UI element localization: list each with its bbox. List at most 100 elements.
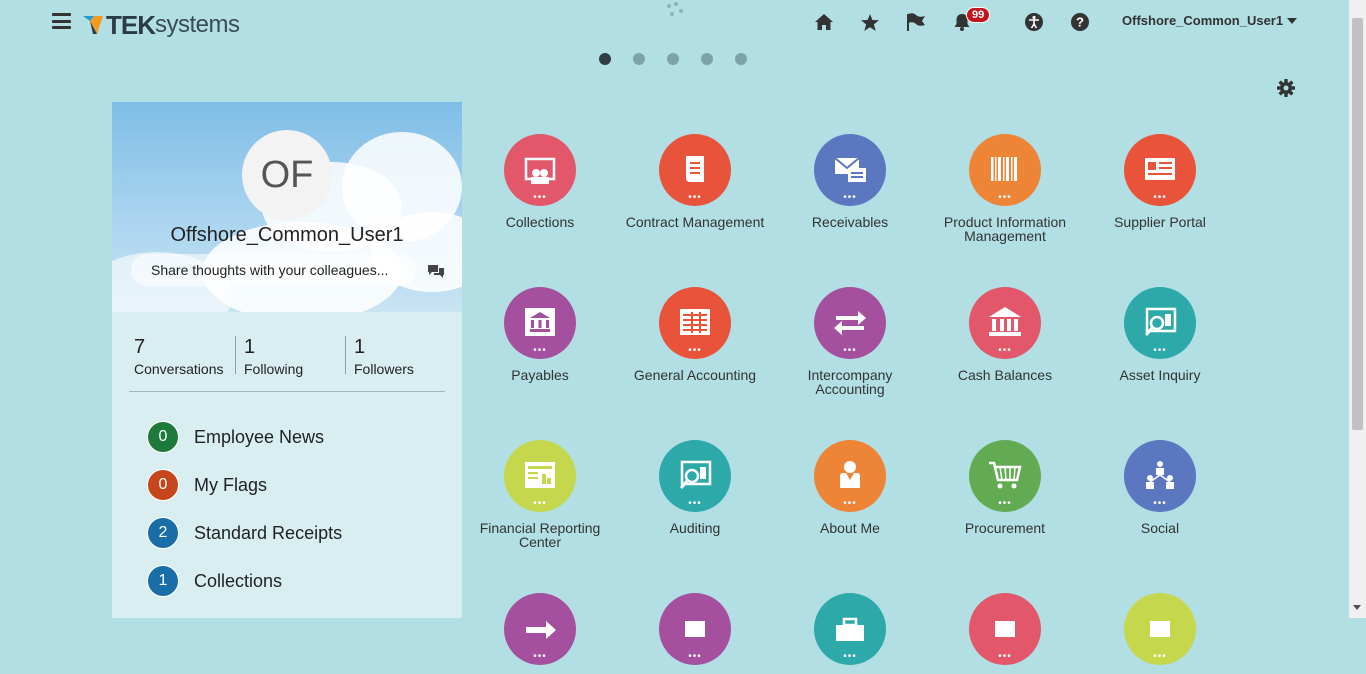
watchlist-label: Employee News xyxy=(194,426,325,447)
app-tile[interactable]: ••• xyxy=(775,593,925,674)
social-stats: 7 Conversations 1 Following 1 Followers xyxy=(134,336,444,377)
flags-icon[interactable] xyxy=(905,11,927,33)
stat-count: 1 xyxy=(244,336,256,358)
notification-count-badge: 99 xyxy=(966,7,991,23)
user-menu-name: Offshore_Common_User1 xyxy=(1122,13,1284,28)
payables-icon xyxy=(525,308,555,336)
home-icon[interactable] xyxy=(813,11,835,33)
app-tile[interactable]: ••• Payables xyxy=(465,287,615,382)
logo-text-bold: TEK xyxy=(106,9,156,40)
more-dots-icon: ••• xyxy=(688,345,702,356)
app-tile[interactable]: ••• Social xyxy=(1085,440,1235,535)
collections-icon xyxy=(524,157,556,184)
app-tile-label: Supplier Portal xyxy=(1114,214,1206,230)
app-tile-label: Financial Reporting Center xyxy=(479,520,601,550)
app-tile[interactable]: ••• Financial Reporting Center xyxy=(465,440,615,549)
app-tile[interactable]: ••• General Accounting xyxy=(620,287,770,382)
app-tile-label: About Me xyxy=(820,520,880,536)
more-dots-icon: ••• xyxy=(1153,651,1167,662)
more-dots-icon: ••• xyxy=(1153,498,1167,509)
scrollbar[interactable] xyxy=(1349,0,1366,618)
app-tile-icon-circle: ••• xyxy=(814,287,886,359)
watchlist-item-standard-receipts[interactable]: 2 Standard Receipts xyxy=(147,517,342,549)
watchlist-item-my-flags[interactable]: 0 My Flags xyxy=(147,469,267,501)
app-tile[interactable]: ••• xyxy=(465,593,615,674)
app-tile[interactable]: ••• Intercompany Accounting xyxy=(775,287,925,396)
logo-text-light: systems xyxy=(155,11,240,38)
app-tile-icon-circle: ••• xyxy=(1124,440,1196,512)
app-tile-icon-circle: ••• xyxy=(659,593,731,665)
app-tile[interactable]: ••• Receivables xyxy=(775,134,925,229)
more-dots-icon: ••• xyxy=(843,192,857,203)
app-tile-icon-circle: ••• xyxy=(969,440,1041,512)
share-thoughts-input[interactable]: Share thoughts with your colleagues... xyxy=(131,254,416,286)
more-dots-icon: ••• xyxy=(688,498,702,509)
stat-conversations[interactable]: 7 Conversations xyxy=(134,336,224,377)
more-dots-icon: ••• xyxy=(1153,345,1167,356)
app-tile-label: Contract Management xyxy=(625,214,765,230)
loading-indicator xyxy=(666,2,686,20)
watchlist-count-badge: 0 xyxy=(147,421,179,453)
watchlist-label: My Flags xyxy=(194,474,268,495)
transfer-arrows-icon xyxy=(834,311,866,335)
more-dots-icon: ••• xyxy=(843,651,857,662)
scrollbar-thumb[interactable] xyxy=(1352,18,1363,430)
more-dots-icon: ••• xyxy=(998,192,1012,203)
settings-gear-icon[interactable] xyxy=(1276,78,1296,98)
scroll-down-arrow-icon[interactable] xyxy=(1353,605,1361,610)
tek-systems-logo[interactable]: TEK systems xyxy=(82,9,240,41)
app-tile-label: Collections xyxy=(505,214,575,230)
app-tile-label: Procurement xyxy=(964,520,1046,536)
app-tile-label: Payables xyxy=(511,367,569,383)
app-tile[interactable]: ••• Collections xyxy=(465,134,615,229)
watchlist-item-employee-news[interactable]: 0 Employee News xyxy=(147,421,324,453)
chevron-down-icon xyxy=(1287,17,1298,24)
app-tile[interactable]: ••• Auditing xyxy=(620,440,770,535)
pager-dot[interactable] xyxy=(633,53,645,65)
navigator-menu-button[interactable] xyxy=(52,13,71,29)
favorites-star-icon[interactable] xyxy=(859,11,881,33)
app-tile[interactable]: ••• Asset Inquiry xyxy=(1085,287,1235,382)
app-tile[interactable]: ••• Cash Balances xyxy=(930,287,1080,382)
more-dots-icon: ••• xyxy=(998,345,1012,356)
stat-label: Followers xyxy=(354,361,414,377)
stat-following[interactable]: 1 Following xyxy=(244,336,303,377)
app-tile[interactable]: ••• xyxy=(620,593,770,674)
watchlist-count-badge: 1 xyxy=(147,565,179,597)
stat-count: 1 xyxy=(354,336,366,358)
watchlist-item-collections[interactable]: 1 Collections xyxy=(147,565,282,597)
app-tile-icon-circle: ••• xyxy=(969,287,1041,359)
app-tile[interactable]: ••• xyxy=(1085,593,1235,674)
profile-name[interactable]: Offshore_Common_User1 xyxy=(112,224,462,247)
help-icon[interactable]: ? xyxy=(1069,11,1091,33)
app-tile-icon-circle: ••• xyxy=(504,134,576,206)
app-tile[interactable]: ••• Procurement xyxy=(930,440,1080,535)
more-dots-icon: ••• xyxy=(843,498,857,509)
stat-followers[interactable]: 1 Followers xyxy=(354,336,414,377)
receivables-icon xyxy=(834,157,866,182)
avatar[interactable]: OF xyxy=(242,130,332,220)
pager-dot[interactable] xyxy=(599,53,611,65)
stat-label: Following xyxy=(244,361,304,377)
app-tile-icon-circle: ••• xyxy=(1124,593,1196,665)
springboard-pager xyxy=(599,53,769,65)
app-tile[interactable]: ••• xyxy=(930,593,1080,674)
app-tile-icon-circle: ••• xyxy=(814,134,886,206)
report-icon xyxy=(525,462,555,488)
app-tile[interactable]: ••• About Me xyxy=(775,440,925,535)
accessibility-icon[interactable] xyxy=(1023,11,1045,33)
cart-icon xyxy=(989,461,1022,489)
app-tile-icon-circle: ••• xyxy=(504,440,576,512)
more-dots-icon: ••• xyxy=(533,498,547,509)
contract-icon xyxy=(686,156,704,182)
app-tile[interactable]: ••• Contract Management xyxy=(620,134,770,229)
more-dots-icon: ••• xyxy=(533,651,547,662)
app-tile[interactable]: ••• Supplier Portal xyxy=(1085,134,1235,229)
conversation-icon[interactable] xyxy=(427,264,445,280)
app-tile[interactable]: ••• Product Information Management xyxy=(930,134,1080,243)
user-menu[interactable]: Offshore_Common_User1 xyxy=(1122,13,1298,28)
pager-dot[interactable] xyxy=(701,53,713,65)
pager-dot[interactable] xyxy=(667,53,679,65)
app-tile-icon-circle: ••• xyxy=(969,134,1041,206)
pager-dot[interactable] xyxy=(735,53,747,65)
